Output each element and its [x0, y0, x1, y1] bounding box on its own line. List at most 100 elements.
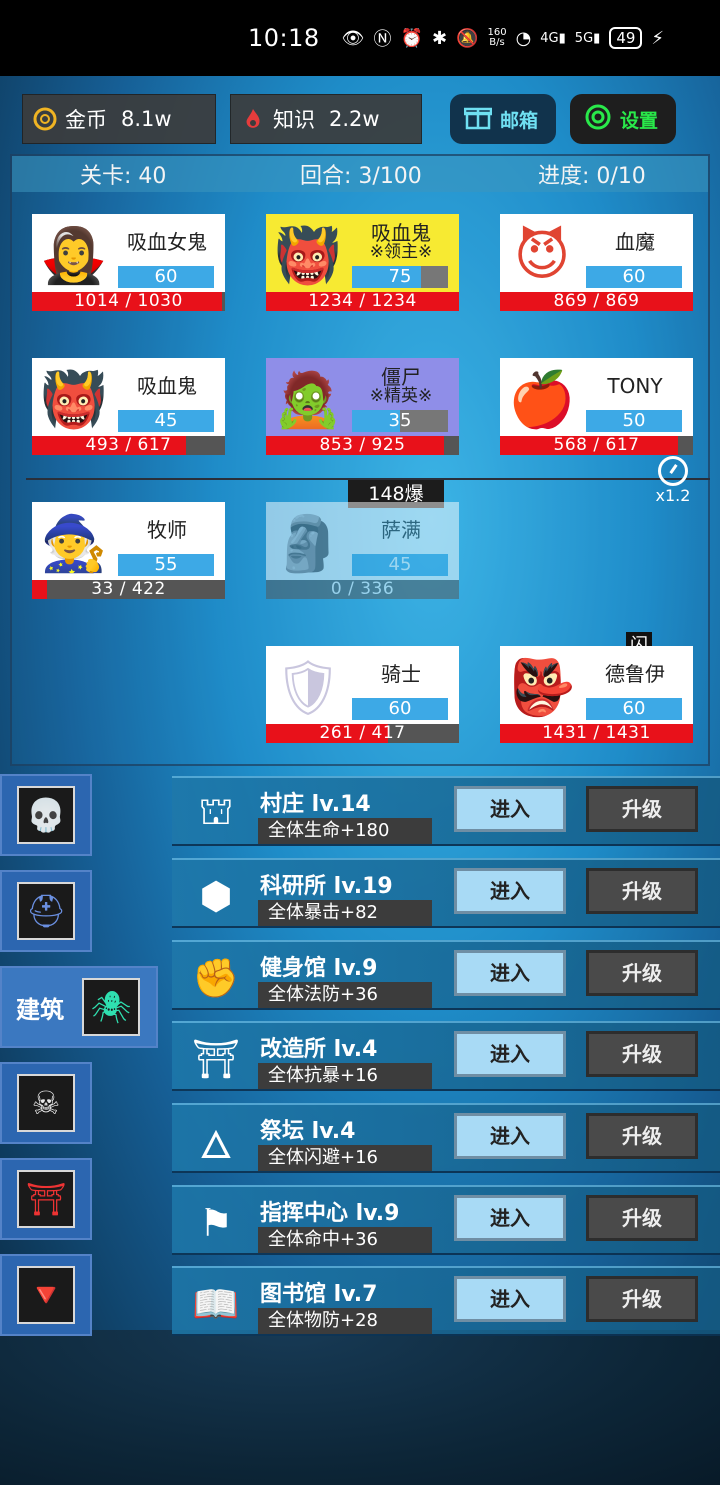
gold-resource: 金币 8.1w	[22, 94, 216, 144]
stage-progress: 进度: 0/10	[538, 164, 646, 189]
building-bonus: 全体物防+28	[258, 1308, 432, 1334]
unit-level: 50	[586, 410, 682, 432]
stage-level: 关卡: 40	[80, 164, 167, 189]
gold-label: 金币	[65, 108, 107, 132]
coin-icon	[33, 107, 57, 131]
unit-title: ※精英※	[369, 386, 433, 406]
card-body: 🧛‍♀️ 吸血女鬼 60	[32, 214, 225, 292]
enter-button[interactable]: 进入	[454, 1113, 566, 1159]
status-bar: 10:18 👁 Ⓝ ⏰ ✱ 🔕 160 B/s ◔ 4G▮ 5G▮ 49 ⚡	[0, 0, 720, 76]
upgrade-button[interactable]: 升级	[586, 1276, 698, 1322]
unit-name: 僵尸 ※精英※	[369, 365, 433, 406]
card-body: 🗿 萨满 45	[266, 502, 459, 580]
tab-amulet[interactable]: 🔻	[0, 1254, 92, 1336]
upgrade-button[interactable]: 升级	[586, 1195, 698, 1241]
unit-level: 60	[586, 266, 682, 288]
skull-frog-icon: 💀	[17, 786, 75, 844]
building-bonus: 全体暴击+82	[258, 900, 432, 926]
arch-gate-icon: ⛫	[198, 789, 234, 833]
upgrade-button[interactable]: 升级	[586, 1113, 698, 1159]
tab-equip[interactable]: ⛑	[0, 870, 92, 952]
red-oni-mask-icon: 👹	[40, 368, 108, 431]
torii-gate-icon: ⛩	[17, 1170, 75, 1228]
speed-toggle[interactable]: x1.2	[648, 456, 698, 505]
enter-button[interactable]: 进入	[454, 868, 566, 914]
unit-level: 60	[118, 266, 214, 288]
upgrade-button[interactable]: 升级	[586, 786, 698, 832]
battlefield: 关卡: 40 回合: 3/100 进度: 0/10 x1.2 148爆 闪 🧛‍…	[10, 154, 710, 766]
stage-round: 回合: 3/100	[300, 164, 422, 189]
bluetooth-icon: ✱	[431, 27, 448, 49]
knowledge-label: 知识	[273, 108, 315, 132]
building-bonus: 全体法防+36	[258, 982, 432, 1008]
building-name: 科研所 lv.19	[260, 874, 393, 899]
card-body: 😈 血魔 60	[500, 214, 693, 292]
unit-hp-bar: 1431 / 1431	[500, 724, 693, 743]
gold-value: 8.1w	[121, 107, 172, 131]
building-bonus: 全体命中+36	[258, 1227, 432, 1253]
unit-hp-bar: 493 / 617	[32, 436, 225, 455]
enter-button[interactable]: 进入	[454, 786, 566, 832]
spider-shield-icon: 🕷	[82, 978, 140, 1036]
upgrade-button[interactable]: 升级	[586, 1031, 698, 1077]
hero-card[interactable]: 🛡 骑士 60 261 / 417	[266, 646, 459, 743]
enemy-card[interactable]: 👹 吸血鬼 45 493 / 617	[32, 358, 225, 455]
unit-name: 血魔	[615, 230, 655, 254]
unit-level: 45	[118, 410, 214, 432]
enemy-card[interactable]: 😈 血魔 60 869 / 869	[500, 214, 693, 311]
card-body: 🍎 TONY 50	[500, 358, 693, 436]
tab-hero[interactable]: 💀	[0, 774, 92, 856]
stage-info-bar: 关卡: 40 回合: 3/100 进度: 0/10	[12, 156, 708, 192]
unit-name: 骑士	[381, 662, 421, 686]
building-name: 指挥中心 lv.9	[260, 1201, 400, 1226]
cube-icon: ⬢	[199, 874, 233, 918]
speedometer-icon	[658, 456, 688, 486]
building-row: ⬢ 科研所 lv.19 全体暴击+82 进入 升级	[172, 858, 720, 928]
building-bonus: 全体闪避+16	[258, 1145, 432, 1171]
card-body: 🛡 骑士 60	[266, 646, 459, 724]
hero-card[interactable]: 🗿 萨满 45 0 / 336	[266, 502, 459, 599]
enter-button[interactable]: 进入	[454, 1276, 566, 1322]
unit-hp-bar: 568 / 617	[500, 436, 693, 455]
enter-button[interactable]: 进入	[454, 1195, 566, 1241]
resource-bar: 金币 8.1w 知识 2.2w 邮箱 设置	[22, 94, 676, 144]
tab-skill[interactable]: ☠	[0, 1062, 92, 1144]
mail-button[interactable]: 邮箱	[450, 94, 556, 144]
unit-level: 60	[586, 698, 682, 720]
mail-label: 邮箱	[500, 109, 539, 132]
enter-button[interactable]: 进入	[454, 1031, 566, 1077]
upgrade-button[interactable]: 升级	[586, 950, 698, 996]
tab-building[interactable]: 建筑 🕷	[0, 966, 158, 1048]
hero-card[interactable]: 🧙 牧师 55 33 / 422	[32, 502, 225, 599]
enemy-card[interactable]: 🍎 TONY 50 568 / 617	[500, 358, 693, 455]
background-swirl	[0, 1330, 720, 1485]
unit-level: 75	[352, 266, 448, 288]
tab-gate[interactable]: ⛩	[0, 1158, 92, 1240]
enemy-card[interactable]: 🧟 僵尸 ※精英※ 35 853 / 925	[266, 358, 459, 455]
settings-button[interactable]: 设置	[570, 94, 676, 144]
knowledge-value: 2.2w	[329, 107, 380, 131]
unit-level: 60	[352, 698, 448, 720]
enemy-card[interactable]: 👹 吸血鬼 ※领主※ 75 1234 / 1234	[266, 214, 459, 311]
building-name: 健身馆 lv.9	[260, 956, 378, 981]
building-row: ⛫ 村庄 lv.14 全体生命+180 进入 升级	[172, 776, 720, 846]
upgrade-button[interactable]: 升级	[586, 868, 698, 914]
unit-name: 吸血女鬼	[127, 230, 207, 254]
unit-name: 吸血鬼	[137, 374, 197, 398]
helmet-icon: ⛑	[17, 882, 75, 940]
unit-level: 55	[118, 554, 214, 576]
unit-hp-bar: 869 / 869	[500, 292, 693, 311]
enter-button[interactable]: 进入	[454, 950, 566, 996]
necklace-icon: 🔻	[17, 1266, 75, 1324]
wizard-icon: 🧙	[40, 512, 108, 575]
building-bonus: 全体生命+180	[258, 818, 432, 844]
enemy-card[interactable]: 🧛‍♀️ 吸血女鬼 60 1014 / 1030	[32, 214, 225, 311]
building-row: ⛩ 改造所 lv.4 全体抗暴+16 进入 升级	[172, 1021, 720, 1091]
eye-icon: 👁	[341, 27, 365, 49]
book-icon: 📖	[192, 1281, 240, 1326]
building-name: 村庄 lv.14	[260, 792, 371, 817]
hero-card[interactable]: 👺 德鲁伊 60 1431 / 1431	[500, 646, 693, 743]
flame-icon	[241, 107, 265, 131]
building-row: ✊ 健身馆 lv.9 全体法防+36 进入 升级	[172, 940, 720, 1010]
skull-scroll-icon: ☠	[17, 1074, 75, 1132]
